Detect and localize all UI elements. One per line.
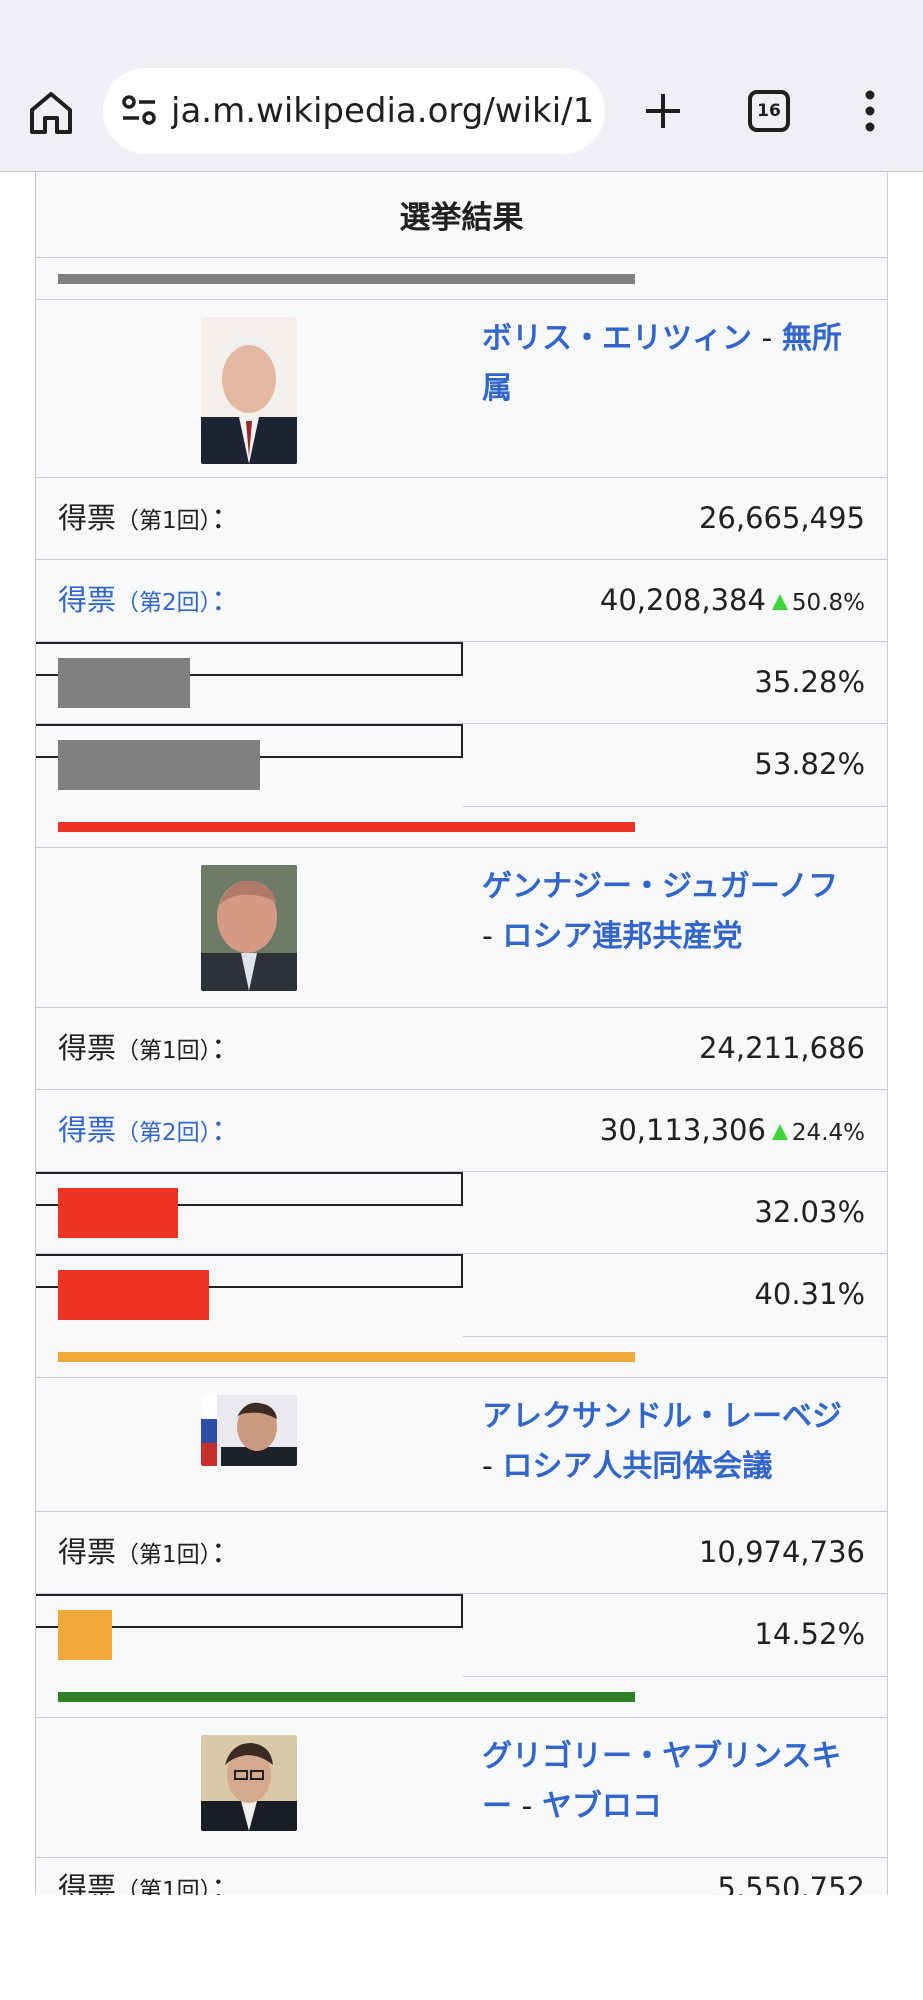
pct-round1-value: 32.03%	[754, 1195, 865, 1229]
votes-round1-row: 得票（第1回）： 24,211,686	[36, 1008, 887, 1090]
candidate-party-link[interactable]: ロシア連邦共産党	[502, 919, 742, 954]
votes-round1-value: 5,550,752	[717, 1871, 865, 1895]
candidate-header: アレクサンドル・レーベジ - ロシア人共同体会議	[36, 1378, 887, 1512]
votes-round2-link[interactable]: 得票（第2回）：	[58, 1110, 240, 1153]
candidate-name[interactable]: アレクサンドル・レーベジ	[482, 1399, 842, 1434]
pct-round1-value: 14.52%	[754, 1617, 865, 1651]
candidate-party-link-cont[interactable]: 属	[482, 371, 512, 406]
increase-arrow-icon	[771, 1124, 788, 1140]
party-color-stripe	[58, 274, 635, 284]
election-results-infobox: 選挙結果 ボリス・エリツィン - 無所属 得票（第1回）： 26,665,495…	[35, 172, 888, 1895]
candidate-name[interactable]: ゲンナジー・ジュガーノフ	[482, 869, 838, 904]
name-party-separator: -	[482, 1449, 503, 1484]
browser-toolbar: ja.m.wikipedia.org/wiki/1996 16	[0, 0, 923, 172]
tab-switcher-button[interactable]: 16	[748, 90, 790, 132]
site-settings-icon[interactable]	[119, 90, 159, 130]
party-color-stripe	[58, 1692, 635, 1702]
votes-round1-label: 得票（第1回）：	[58, 1871, 241, 1895]
more-menu-icon[interactable]	[856, 86, 884, 136]
percent-bar-fill	[58, 1188, 178, 1238]
votes-round1-row: 得票（第1回）： 26,665,495	[36, 478, 887, 560]
candidate-name-link[interactable]: ボリス・エリツィン - 無所属	[482, 314, 857, 414]
party-color-stripe	[58, 822, 635, 832]
candidate-photo[interactable]	[201, 1395, 297, 1466]
candidate-name-link[interactable]: グリゴリー・ヤブリンスキー - ヤブロコ	[482, 1732, 857, 1832]
pct-round1-row: 32.03%	[36, 1172, 887, 1254]
votes-change-percent: 50.8%	[791, 590, 865, 616]
name-party-separator: -	[482, 919, 503, 954]
name-party-separator: -	[512, 1789, 542, 1824]
percent-bar-fill	[58, 658, 190, 708]
increase-arrow-icon	[771, 594, 788, 610]
votes-round2-link[interactable]: 得票（第2回）：	[58, 580, 240, 623]
address-bar[interactable]: ja.m.wikipedia.org/wiki/1996	[103, 68, 605, 154]
votes-round1-row: 得票（第1回）： 10,974,736	[36, 1512, 887, 1594]
votes-round1-label: 得票（第1回）：	[58, 1031, 241, 1065]
new-tab-icon[interactable]	[638, 86, 688, 136]
candidate-name-link[interactable]: アレクサンドル・レーベジ - ロシア人共同体会議	[482, 1392, 857, 1492]
home-icon[interactable]	[24, 86, 78, 140]
candidate-name[interactable]: グリゴリー・ヤブリンスキ	[482, 1739, 841, 1774]
candidate-name-link[interactable]: ゲンナジー・ジュガーノフ - ロシア連邦共産党	[482, 862, 857, 962]
percent-bar-fill	[58, 1610, 112, 1660]
votes-round1-value: 24,211,686	[698, 1031, 865, 1065]
percent-bar-fill	[58, 1270, 209, 1320]
votes-round1-label: 得票（第1回）：	[58, 1535, 241, 1569]
votes-change-percent: 24.4%	[791, 1120, 865, 1146]
party-color-stripe	[58, 1352, 635, 1362]
pct-round2-row: 53.82%	[36, 724, 887, 807]
name-party-separator: -	[752, 321, 782, 356]
pct-round1-value: 35.28%	[754, 665, 865, 699]
candidate-header: ボリス・エリツィン - 無所属	[36, 300, 887, 478]
candidate-header: グリゴリー・ヤブリンスキー - ヤブロコ	[36, 1718, 887, 1858]
votes-round1-label: 得票（第1回）：	[58, 501, 241, 535]
votes-round2-row: 得票（第2回）： 40,208,384 50.8%	[36, 560, 887, 642]
candidate-name-cont[interactable]: ー	[482, 1789, 512, 1824]
pct-round1-row: 14.52%	[36, 1594, 887, 1677]
party-color-stripe-row	[36, 1336, 887, 1378]
infobox-caption: 選挙結果	[36, 172, 887, 258]
pct-round2-value: 53.82%	[754, 747, 865, 781]
pct-round1-row: 35.28%	[36, 642, 887, 724]
party-color-stripe-row	[36, 1676, 887, 1718]
candidate-party-link[interactable]: ロシア人共同体会議	[502, 1449, 772, 1484]
candidate-party-link[interactable]: ヤブロコ	[542, 1789, 662, 1824]
votes-round1-value: 26,665,495	[698, 501, 865, 535]
candidate-header: ゲンナジー・ジュガーノフ - ロシア連邦共産党	[36, 848, 887, 1008]
candidate-party-link[interactable]: 無所	[782, 321, 842, 356]
candidate-photo[interactable]	[201, 865, 297, 991]
candidate-photo[interactable]	[201, 317, 297, 464]
votes-round2-row: 得票（第2回）： 30,113,306 24.4%	[36, 1090, 887, 1172]
pct-round2-row: 40.31%	[36, 1254, 887, 1337]
party-color-stripe-row	[36, 258, 887, 300]
pct-round2-value: 40.31%	[754, 1277, 865, 1311]
votes-round2-value: 40,208,384 50.8%	[599, 583, 865, 617]
votes-round1-row: 得票（第1回）： 5,550,752	[36, 1858, 887, 1895]
percent-bar-fill	[58, 740, 260, 790]
votes-round2-value: 30,113,306 24.4%	[599, 1113, 865, 1147]
candidate-photo[interactable]	[201, 1735, 297, 1831]
party-color-stripe-row	[36, 806, 887, 848]
url-text[interactable]: ja.m.wikipedia.org/wiki/1996	[171, 90, 595, 132]
candidate-name[interactable]: ボリス・エリツィン	[482, 321, 752, 356]
votes-round1-value: 10,974,736	[698, 1535, 865, 1569]
